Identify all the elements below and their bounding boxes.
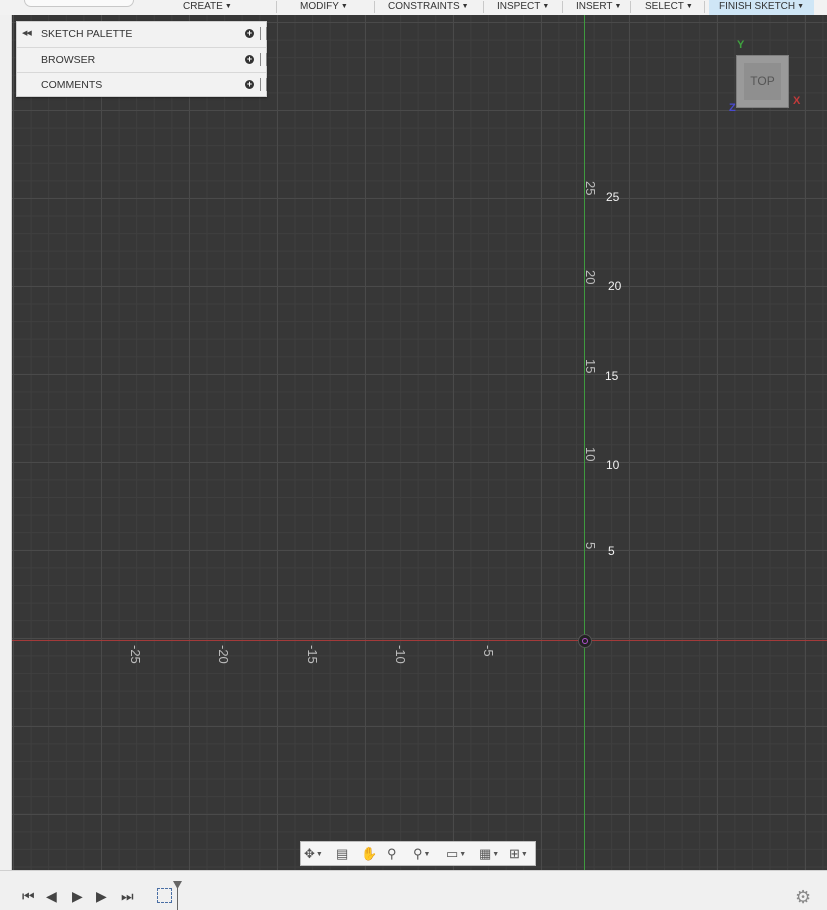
x-axis-line xyxy=(12,640,827,641)
fit-icon[interactable]: ⚲▼ xyxy=(413,846,430,862)
menu-finish-sketch[interactable]: FINISH SKETCH ▼ xyxy=(709,0,815,15)
expand-plus-icon[interactable]: + xyxy=(245,55,254,64)
y-axis-label: 15 xyxy=(605,369,619,383)
view-cube-z-axis: Z xyxy=(729,102,736,114)
menu-create-label: CREATE xyxy=(183,1,223,12)
display-settings-icon[interactable]: ▭▼ xyxy=(446,846,466,862)
menu-constraints-label: CONSTRAINTS xyxy=(388,1,460,12)
y-axis-label: 10 xyxy=(606,458,620,472)
go-to-start-icon[interactable]: ⏮ xyxy=(22,888,35,905)
separator xyxy=(276,1,277,13)
panel-label: COMMENTS xyxy=(41,79,103,91)
go-to-end-icon[interactable]: ⏭ xyxy=(121,888,134,905)
step-back-icon[interactable]: ◀ xyxy=(46,888,57,905)
separator xyxy=(483,1,484,13)
y-axis-label: 25 xyxy=(606,190,620,204)
view-cube-face[interactable]: TOP xyxy=(736,55,789,108)
panel-sketch-palette[interactable]: ◀◀ SKETCH PALETTE + xyxy=(17,22,267,46)
collapse-arrows-icon[interactable]: ◀◀ xyxy=(22,22,32,46)
menu-inspect[interactable]: INSPECT ▼ xyxy=(497,0,549,15)
panel-label: BROWSER xyxy=(41,54,96,66)
x-ruler-tick: -15 xyxy=(305,645,320,664)
caret-down-icon: ▼ xyxy=(797,3,805,10)
x-ruler-tick: -10 xyxy=(393,645,408,664)
sketch-canvas[interactable]: 25 20 15 10 5 25 20 15 10 5 -25 -20 -15 … xyxy=(12,15,827,870)
menu-select[interactable]: SELECT ▼ xyxy=(645,0,693,15)
timeline-sketch-feature-icon[interactable] xyxy=(157,888,172,903)
panel-browser[interactable]: BROWSER + xyxy=(17,47,267,72)
pan-hand-icon[interactable]: ✋ xyxy=(361,846,377,862)
play-icon[interactable]: ▶ xyxy=(72,888,83,905)
separator xyxy=(630,1,631,13)
navigation-bar: ✥▼ ▤ ✋ ⚲ ⚲▼ ▭▼ ▦▼ ⊞▼ xyxy=(300,841,536,866)
y-axis-line xyxy=(584,15,585,870)
orbit-icon[interactable]: ✥▼ xyxy=(304,846,323,862)
panel-grip-icon[interactable] xyxy=(260,53,267,66)
y-axis-label: 20 xyxy=(608,279,622,293)
y-axis-label: 5 xyxy=(608,544,615,558)
viewports-icon[interactable]: ⊞▼ xyxy=(509,846,528,862)
separator xyxy=(374,1,375,13)
y-ruler-tick: 20 xyxy=(583,270,598,285)
panel-grip-icon[interactable] xyxy=(260,27,267,40)
y-ruler-tick: 15 xyxy=(583,359,598,374)
view-cube[interactable]: Y TOP X Z xyxy=(724,39,800,114)
left-edge-strip xyxy=(0,15,12,870)
panel-grip-icon[interactable] xyxy=(260,78,267,91)
separator xyxy=(704,1,705,13)
search-field[interactable] xyxy=(24,0,134,7)
caret-down-icon: ▼ xyxy=(224,3,232,10)
menu-select-label: SELECT xyxy=(645,1,684,12)
grid-settings-icon[interactable]: ▦▼ xyxy=(479,846,499,862)
menu-modify[interactable]: MODIFY ▼ xyxy=(300,0,348,15)
y-ruler-tick: 10 xyxy=(583,447,598,462)
toolbar: CREATE ▼ MODIFY ▼ CONSTRAINTS ▼ INSPECT ▼ IN… xyxy=(0,0,827,15)
zoom-icon[interactable]: ⚲ xyxy=(387,846,397,862)
caret-down-icon: ▼ xyxy=(340,3,348,10)
menu-insert-label: INSERT xyxy=(576,1,613,12)
menu-constraints[interactable]: CONSTRAINTS ▼ xyxy=(388,0,469,15)
caret-down-icon: ▼ xyxy=(542,3,550,10)
caret-down-icon: ▼ xyxy=(685,3,693,10)
panel-comments[interactable]: COMMENTS + xyxy=(17,72,267,97)
expand-plus-icon[interactable]: + xyxy=(245,80,254,89)
menu-create[interactable]: CREATE ▼ xyxy=(183,0,232,15)
look-at-icon[interactable]: ▤ xyxy=(336,846,348,862)
menu-modify-label: MODIFY xyxy=(300,1,339,12)
view-cube-face-label: TOP xyxy=(750,74,775,88)
timeline-bar: ⏮ ◀ ▶ ▶ ⏭ ⚙ xyxy=(0,870,827,910)
origin-point[interactable] xyxy=(578,634,592,648)
caret-down-icon: ▼ xyxy=(461,3,469,10)
x-ruler-tick: -5 xyxy=(481,645,496,657)
timeline-marker-line xyxy=(177,888,178,910)
expand-plus-icon[interactable]: + xyxy=(245,29,254,38)
gear-icon[interactable]: ⚙ xyxy=(795,887,811,908)
step-forward-icon[interactable]: ▶ xyxy=(96,888,107,905)
menu-insert[interactable]: INSERT ▼ xyxy=(576,0,621,15)
y-ruler-tick: 5 xyxy=(583,542,598,550)
caret-down-icon: ▼ xyxy=(614,3,622,10)
menu-finish-sketch-label: FINISH SKETCH xyxy=(719,1,796,12)
view-cube-y-axis: Y xyxy=(737,39,745,51)
separator xyxy=(562,1,563,13)
panel-label: SKETCH PALETTE xyxy=(41,28,133,40)
side-panels: ◀◀ SKETCH PALETTE + BROWSER + COMMENTS + xyxy=(16,21,267,97)
menu-inspect-label: INSPECT xyxy=(497,1,541,12)
x-ruler-tick: -25 xyxy=(128,645,143,664)
x-ruler-tick: -20 xyxy=(216,645,231,664)
view-cube-x-axis: X xyxy=(793,95,801,107)
y-ruler-tick: 25 xyxy=(583,181,598,196)
